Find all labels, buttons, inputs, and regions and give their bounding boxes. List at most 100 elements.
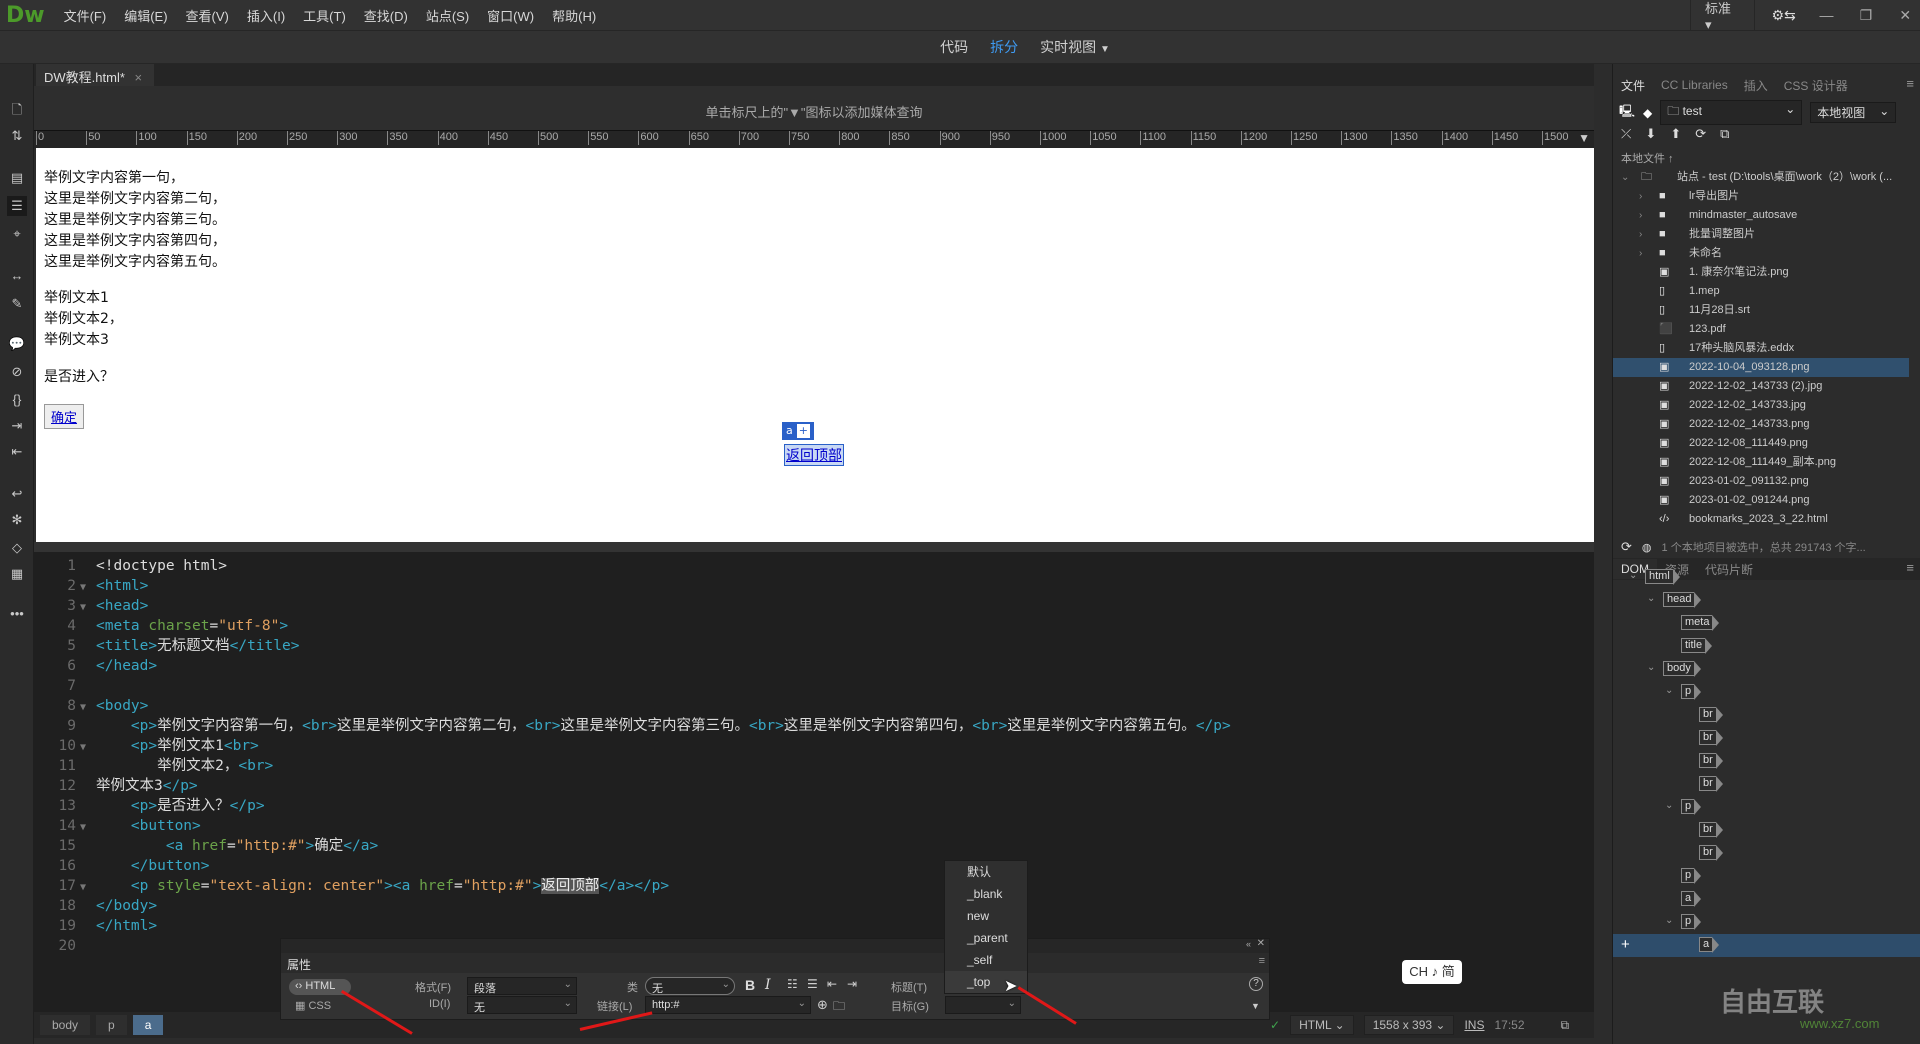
split-divider[interactable] (34, 542, 1594, 552)
refresh-icon[interactable]: ⟳ (1695, 126, 1706, 142)
close-panel-icon[interactable]: ✕ (1257, 938, 1265, 949)
file-item[interactable]: ▣ 2023-01-02_091244.png (1613, 491, 1909, 510)
chevron-right-icon[interactable]: › (1639, 225, 1642, 244)
chevron-down-icon[interactable]: ⌄ (1621, 168, 1629, 187)
code-line[interactable]: 3 ▼ <head> (34, 596, 148, 616)
file-item[interactable]: › ■ lr导出图片 (1613, 187, 1909, 206)
chevron-down-icon[interactable]: ⌄ (1665, 800, 1673, 811)
add-class-button[interactable]: + (796, 424, 810, 438)
expand-view-icon[interactable]: ⧉ (1720, 126, 1729, 142)
code-line[interactable]: 2 ▼ <html> (34, 576, 148, 596)
code-line[interactable]: 5 <title>无标题文档</title> (34, 636, 299, 656)
dropdown-option[interactable]: _blank (945, 883, 1027, 905)
comment-icon[interactable]: 💬 (7, 334, 27, 354)
more-icon[interactable]: ••• (7, 604, 27, 624)
media-query-bar[interactable]: 单击标尺上的"▼"图标以添加媒体查询 (34, 86, 1594, 136)
file-item[interactable]: › ■ mindmaster_autosave (1613, 206, 1909, 225)
menu-item[interactable]: 编辑(E) (115, 6, 176, 25)
menu-item[interactable]: 文件(F) (55, 6, 116, 25)
insert-mode[interactable]: INS (1464, 1018, 1484, 1032)
dom-node[interactable]: ⌄ head (1613, 589, 1920, 612)
no-errors-icon[interactable]: ✓ (1270, 1018, 1280, 1032)
file-item[interactable]: ⌄ 🗀 站点 - test (D:\tools\桌面\work（2）\work (.… (1613, 168, 1909, 187)
code-line[interactable]: 9 <p>举例文字内容第一句，<br>这里是举例文字内容第二句，<br>这里是举… (34, 716, 1230, 736)
panel-tab[interactable]: CC Libraries (1653, 75, 1736, 95)
menu-item[interactable]: 查看(V) (177, 6, 238, 25)
preview-icon[interactable]: ▤ (7, 168, 27, 188)
minimize-button[interactable]: — (1812, 7, 1841, 23)
media-query-marker-icon[interactable]: ▼ (1578, 131, 1590, 145)
dom-node[interactable]: title (1613, 635, 1920, 658)
chevron-down-icon[interactable]: ⌄ (1647, 662, 1655, 673)
code-line[interactable]: 14 ▼ <button> (34, 816, 201, 836)
dom-node[interactable]: br (1613, 842, 1920, 865)
indent-icon[interactable]: ⇥ (847, 977, 857, 991)
indent-icon[interactable]: ⇥ (7, 416, 27, 436)
refresh-icon[interactable]: ⟳ (1621, 539, 1632, 555)
document-tab[interactable]: DW教程.html* × (36, 64, 154, 86)
panel-tab[interactable]: 文件 (1613, 73, 1654, 97)
menu-item[interactable]: 站点(S) (417, 6, 478, 25)
dom-node[interactable]: meta (1613, 612, 1920, 635)
chevron-down-icon[interactable]: ⌄ (1629, 570, 1637, 581)
dom-node[interactable]: ⌄ p (1613, 796, 1920, 819)
expand-panel-icon[interactable]: ▼ (1251, 1001, 1260, 1011)
menu-item[interactable]: 帮助(H) (543, 6, 605, 25)
class-select[interactable]: 无 ⌄ (645, 977, 735, 995)
document-type-select[interactable]: HTML ⌄ (1290, 1015, 1354, 1035)
code-line[interactable]: 15 <a href="http:#">确定</a> (34, 836, 379, 856)
ruler[interactable]: 0 50 100 150 200 250 300 350 400 450 500 550 600 650 7… (34, 130, 1594, 148)
file-transfer-icon[interactable]: ⇅ (7, 126, 27, 146)
paragraph-1[interactable]: 举例文字内容第一句， 这里是举例文字内容第二句， 这里是举例文字内容第三句。 这里是举… (44, 168, 226, 273)
design-view[interactable]: 举例文字内容第一句， 这里是举例文字内容第二句， 这里是举例文字内容第三句。 这里是举… (36, 148, 1594, 542)
dropdown-option[interactable]: _parent (945, 927, 1027, 949)
panel-menu-icon[interactable]: ≡ (1906, 76, 1914, 91)
dom-node[interactable]: a (1613, 888, 1920, 911)
code-view-button[interactable]: 代码 (940, 37, 968, 57)
put-files-icon[interactable]: ⬆ (1670, 126, 1681, 142)
chevron-down-icon[interactable]: ⌄ (1647, 593, 1655, 604)
file-item[interactable]: ▣ 1. 康奈尔笔记法.png (1613, 263, 1909, 282)
dropdown-option[interactable]: new (945, 905, 1027, 927)
close-button[interactable]: ✕ (1891, 7, 1920, 24)
code-line[interactable]: 8 ▼ <body> (34, 696, 148, 716)
confirm-button[interactable]: 确定 (44, 404, 85, 429)
close-tab-icon[interactable]: × (135, 70, 143, 85)
local-files-header[interactable]: 本地文件 ↑ (1621, 150, 1674, 166)
breadcrumb-body[interactable]: body (40, 1015, 91, 1035)
wrap-icon[interactable]: ↩ (7, 484, 27, 504)
fold-toggle-icon[interactable]: ▼ (80, 738, 96, 758)
dom-node[interactable]: ⌄ html (1613, 566, 1920, 589)
paragraph-2[interactable]: 举例文本1 举例文本2， 举例文本3 (44, 288, 123, 351)
site-log-icon[interactable]: ◍ (1642, 541, 1652, 554)
file-item[interactable]: ▯ 17种头脑风暴法.eddx (1613, 339, 1909, 358)
menu-item[interactable]: 窗口(W) (478, 6, 543, 25)
target-dropdown[interactable]: 默认 _blank new _parent _self _top (944, 860, 1028, 994)
split-view-button[interactable]: 拆分 (990, 37, 1018, 57)
fold-toggle-icon[interactable]: ▼ (80, 698, 96, 718)
fold-toggle-icon[interactable]: ▼ (80, 578, 96, 598)
dom-node[interactable]: ⌄ p (1613, 681, 1920, 704)
dom-node[interactable]: ⌄ p (1613, 911, 1920, 934)
git-icon[interactable]: ◆ (1643, 106, 1652, 120)
unordered-list-icon[interactable]: ☷ (787, 977, 798, 991)
get-files-icon[interactable]: ⬇ (1645, 126, 1656, 142)
settings-icon[interactable]: ✻ (7, 510, 27, 530)
help-icon[interactable]: ? (1249, 977, 1263, 991)
dom-node[interactable]: p (1613, 865, 1920, 888)
outdent-icon[interactable]: ⇤ (827, 977, 837, 991)
code-line[interactable]: 18 </body> (34, 896, 158, 916)
chevron-down-icon[interactable]: ⌄ (1665, 685, 1673, 696)
code-brush-icon[interactable]: ✎ (7, 294, 27, 314)
file-item[interactable]: ▯ 11月28日.srt (1613, 301, 1909, 320)
menu-item[interactable]: 工具(T) (294, 6, 355, 25)
dropdown-option[interactable]: 默认 (945, 861, 1027, 883)
back-to-top-link[interactable]: 返回顶部 (784, 444, 844, 466)
dom-node[interactable]: a + (1613, 934, 1920, 957)
code-line[interactable]: 4 <meta charset="utf-8"> (34, 616, 288, 636)
code-line[interactable]: 1 <!doctype html> (34, 556, 227, 576)
breadcrumb-a[interactable]: a (132, 1015, 164, 1035)
add-element-icon[interactable]: + (1621, 936, 1630, 953)
chevron-right-icon[interactable]: › (1639, 244, 1642, 263)
fold-toggle-icon[interactable]: ▼ (80, 818, 96, 838)
